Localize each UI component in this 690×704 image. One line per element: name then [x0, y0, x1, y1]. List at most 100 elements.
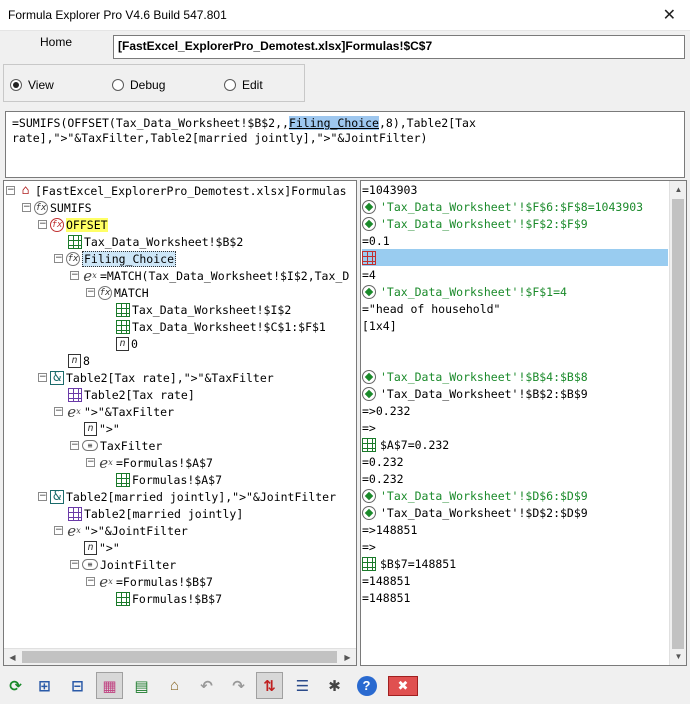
result-line[interactable]: 'Tax_Data_Worksheet'!$B$2:$B$9	[362, 385, 588, 402]
expand-all-button[interactable]: ⊞	[31, 672, 58, 699]
result-line: =148851	[362, 589, 410, 606]
tree-node-label: Tax_Data_Worksheet!$B$2	[84, 234, 244, 249]
formula-highlight[interactable]: Filing_Choice	[288, 116, 379, 130]
home-button[interactable]: ⌂	[161, 672, 188, 699]
scroll-left-icon[interactable]: ◀	[4, 649, 21, 665]
mode-debug-radio[interactable]: Debug	[112, 78, 165, 92]
close-button[interactable]: ✖	[382, 672, 424, 699]
file-path-field[interactable]: [FastExcel_ExplorerPro_Demotest.xlsx]For…	[113, 35, 685, 59]
results-vertical-scrollbar[interactable]: ▲ ▼	[669, 181, 686, 665]
tree-node-expression[interactable]: − ex =Formulas!$A$7	[86, 454, 213, 472]
redo-button[interactable]: ↷	[225, 672, 252, 699]
formula-tree[interactable]: − ⌂ [FastExcel_ExplorerPro_Demotest.xlsx…	[3, 180, 357, 666]
tree-node-number[interactable]: n ">"	[84, 420, 120, 437]
collapse-icon[interactable]: −	[86, 458, 95, 467]
mode-edit-radio[interactable]: Edit	[224, 78, 263, 92]
collapse-icon[interactable]: −	[70, 441, 79, 450]
tree-node-match[interactable]: − fx MATCH	[86, 284, 149, 301]
tree-node-range[interactable]: Formulas!$A$7	[116, 471, 222, 488]
swap-direction-button[interactable]: ⇅	[256, 672, 283, 699]
color-map-button[interactable]: ▦	[96, 672, 123, 699]
result-line[interactable]: 'Tax_Data_Worksheet'!$B$4:$B$8	[362, 368, 588, 385]
tree-node-range[interactable]: Tax_Data_Worksheet!$I$2	[116, 301, 291, 318]
collapse-icon[interactable]: −	[38, 373, 47, 382]
tree-node-name[interactable]: − ≡ JointFilter	[70, 556, 176, 573]
tree-node-label: TaxFilter	[100, 438, 163, 453]
refresh-button[interactable]: ⟳	[2, 672, 29, 699]
range-icon	[362, 556, 376, 571]
result-line[interactable]: 'Tax_Data_Worksheet'!$D$6:$D$9	[362, 487, 588, 504]
sheet-view-button[interactable]: ▤	[128, 672, 155, 699]
tree-node-table[interactable]: Table2[Tax rate]	[68, 386, 195, 403]
tree-node-expression[interactable]: − ex ">"&TaxFilter	[54, 403, 174, 421]
number-icon: n	[84, 421, 97, 436]
tree-node-filing-choice[interactable]: − fx Filing_Choice	[54, 250, 177, 267]
collapse-all-button[interactable]: ⊟	[64, 672, 91, 699]
results-pane[interactable]: =1043903 'Tax_Data_Worksheet'!$F$6:$F$8=…	[360, 180, 687, 666]
scroll-right-icon[interactable]: ▶	[339, 649, 356, 665]
collapse-icon[interactable]: −	[6, 186, 15, 195]
collapse-icon[interactable]: −	[86, 288, 95, 297]
collapse-icon[interactable]: −	[54, 407, 63, 416]
tree-node-label: =Formulas!$A$7	[116, 455, 213, 470]
help-button[interactable]: ?	[353, 672, 380, 699]
tree-node-expression[interactable]: − ex =Formulas!$B$7	[86, 572, 213, 591]
collapse-icon[interactable]: −	[70, 560, 79, 569]
scroll-thumb[interactable]	[672, 199, 684, 649]
tree-node-range[interactable]: Tax_Data_Worksheet!$B$2	[68, 233, 243, 250]
undo-button[interactable]: ↶	[193, 672, 220, 699]
result-line: ="head of household"	[362, 300, 500, 317]
settings-icon: ✱	[328, 677, 341, 695]
radio-checked-icon	[10, 79, 22, 91]
formula-text[interactable]: =SUMIFS(OFFSET(Tax_Data_Worksheet!$B$2,,…	[5, 111, 685, 178]
tree-node-root[interactable]: − ⌂ [FastExcel_ExplorerPro_Demotest.xlsx…	[6, 182, 347, 199]
close-icon[interactable]: ✕	[663, 5, 676, 25]
result-line[interactable]: 'Tax_Data_Worksheet'!$F$2:$F$9	[362, 215, 588, 232]
expression-icon: ex	[99, 572, 113, 591]
tree-node-number[interactable]: n 0	[116, 335, 138, 352]
result-line-selected[interactable]	[362, 249, 668, 266]
tree-node-sumifs[interactable]: − fx SUMIFS	[22, 199, 92, 216]
collapse-icon[interactable]: −	[70, 271, 79, 280]
tree-node-table[interactable]: Table2[married jointly]	[68, 505, 243, 522]
tree-node-expression[interactable]: − ex ">"&JointFilter	[54, 522, 188, 540]
result-line: =>	[362, 419, 376, 436]
result-line[interactable]: 'Tax_Data_Worksheet'!$D$2:$D$9	[362, 504, 588, 521]
collapse-icon[interactable]: −	[86, 577, 95, 586]
radio-unchecked-icon	[112, 79, 124, 91]
undo-icon: ↶	[200, 677, 213, 695]
mode-view-radio[interactable]: View	[10, 78, 54, 92]
tree-horizontal-scrollbar[interactable]: ◀ ▶	[4, 648, 356, 665]
tree-node-number[interactable]: n 8	[68, 352, 90, 369]
result-line[interactable]: $B$7=148851	[362, 555, 456, 572]
expand-all-icon: ⊞	[38, 677, 51, 695]
tree-node-range[interactable]: Tax_Data_Worksheet!$C$1:$F$1	[116, 318, 326, 335]
settings-button[interactable]: ✱	[321, 672, 348, 699]
scroll-up-icon[interactable]: ▲	[670, 181, 686, 198]
collapse-icon[interactable]: −	[54, 254, 63, 263]
scroll-thumb[interactable]	[22, 651, 337, 663]
collapse-icon[interactable]: −	[22, 203, 31, 212]
tree-node-concat[interactable]: − & Table2[Tax rate],">"&TaxFilter	[38, 369, 274, 386]
collapse-icon[interactable]: −	[54, 526, 63, 535]
tree-node-label: =Formulas!$B$7	[116, 574, 213, 589]
tree-node-concat[interactable]: − & Table2[married jointly],">"&JointFil…	[38, 488, 336, 505]
tree-node-label: Table2[married jointly]	[84, 506, 244, 521]
tree-node-number[interactable]: n ">"	[84, 539, 120, 556]
concat-icon: &	[50, 370, 64, 385]
tree-node-name[interactable]: − ≡ TaxFilter	[70, 437, 162, 454]
align-button[interactable]: ☰	[289, 672, 316, 699]
tree-node-offset[interactable]: − fx OFFSET	[38, 216, 108, 233]
result-line[interactable]: 'Tax_Data_Worksheet'!$F$1=4	[362, 283, 567, 300]
result-line[interactable]: $A$7=0.232	[362, 436, 449, 453]
scroll-down-icon[interactable]: ▼	[670, 648, 686, 665]
result-line[interactable]: 'Tax_Data_Worksheet'!$F$6:$F$8=1043903	[362, 198, 643, 215]
tree-node-range[interactable]: Formulas!$B$7	[116, 590, 222, 607]
color-map-icon: ▦	[102, 677, 117, 695]
home-label[interactable]: Home	[40, 35, 72, 49]
tree-node-expression[interactable]: − ex =MATCH(Tax_Data_Worksheet!$I$2,Tax_…	[70, 267, 349, 285]
number-icon: n	[68, 353, 81, 368]
collapse-icon[interactable]: −	[38, 492, 47, 501]
result-text: =148851	[362, 590, 411, 605]
collapse-icon[interactable]: −	[38, 220, 47, 229]
